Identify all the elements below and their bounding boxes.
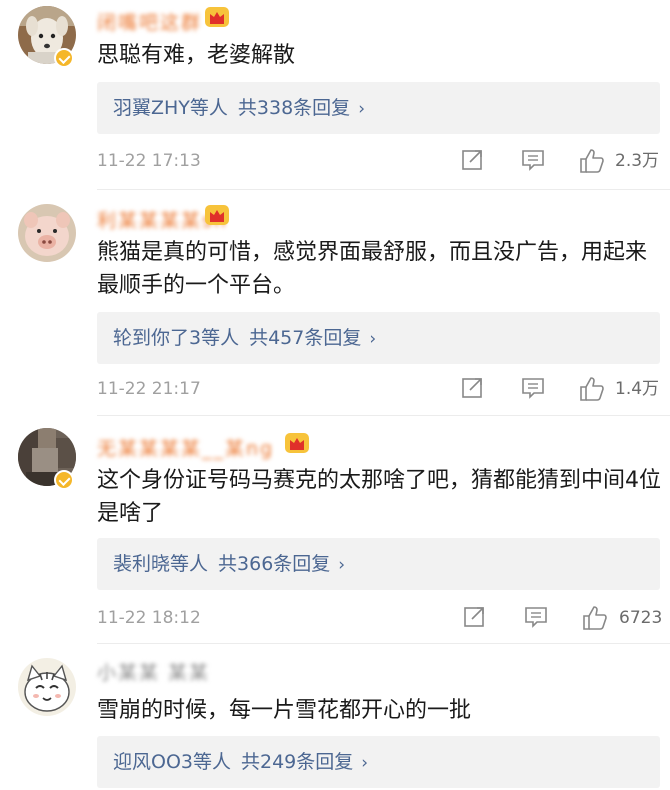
like-count: 1.4万 [615, 379, 660, 399]
chevron-right-icon: › [361, 753, 369, 773]
verified-badge-icon [54, 470, 74, 490]
comment-item: 闭嘴吧这群 思聪有难，老婆解散 羽翼ZHY等人 共338条回复 › 11-22 17… [0, 0, 670, 190]
reply-count: 共457条回复 [249, 327, 362, 349]
share-icon[interactable] [461, 376, 485, 400]
replies-button[interactable]: 迎风OO3等人 共249条回复 › [97, 736, 660, 788]
comment-text: 这个身份证号码马赛克的太那啥了吧，猜都能猜到中间4位是啥了 [97, 468, 661, 526]
thumbs-up-icon[interactable] [579, 376, 605, 402]
chevron-right-icon: › [358, 99, 365, 119]
like-count: 2.3万 [615, 151, 660, 171]
comment-icon[interactable] [521, 148, 545, 172]
timestamp: 11-22 18:12 [97, 608, 201, 628]
username[interactable]: 无某某某某__某ng [97, 434, 274, 460]
username[interactable]: 小某某 某某 [97, 658, 210, 684]
comment-text: 熊猫是真的可惜，感觉界面最舒服，而且没广告，用起来最顺手的一个平台。 [97, 240, 648, 298]
replies-button[interactable]: 裴利晓等人 共366条回复 › [97, 538, 660, 590]
like-count: 6723 [619, 608, 663, 628]
reply-count: 共366条回复 [218, 553, 331, 575]
comment-item: 无某某某某__某ng 这个身份证号码马赛克的太那啥了吧，猜都能猜到中间4位是啥了… [0, 416, 670, 644]
comment-item: 小某某 某某 雪崩的时候，每一片雪花都开心的一批 迎风OO3等人 共249条回复 › [0, 644, 670, 790]
reply-users: 裴利晓等人 [113, 553, 209, 575]
reply-users: 羽翼ZHY等人 [113, 97, 228, 119]
comment-text: 思聪有难，老婆解散 [97, 43, 296, 68]
timestamp: 11-22 17:13 [97, 151, 201, 171]
thumbs-up-icon[interactable] [579, 148, 605, 174]
comment-meta: 11-22 17:13 2.3万 [97, 148, 662, 174]
share-icon[interactable] [463, 605, 487, 629]
chevron-right-icon: › [369, 329, 377, 349]
timestamp: 11-22 21:17 [97, 379, 201, 399]
verified-badge-icon [54, 48, 74, 68]
crown-icon [285, 433, 309, 453]
reply-count: 共249条回复 [241, 751, 354, 773]
crown-icon [205, 205, 229, 225]
reply-count: 共338条回复 [237, 97, 351, 119]
comment-meta: 11-22 18:12 6723 [97, 605, 662, 631]
avatar[interactable] [18, 204, 76, 262]
comment-meta: 11-22 21:17 1.4万 [97, 376, 662, 402]
comment-item: 利某某某某sh 熊猫是真的可惜，感觉界面最舒服，而且没广告，用起来最顺手的一个平… [0, 190, 670, 416]
comment-icon[interactable] [521, 376, 545, 400]
comment-text: 雪崩的时候，每一片雪花都开心的一批 [97, 698, 472, 723]
reply-users: 迎风OO3等人 [113, 751, 231, 773]
share-icon[interactable] [461, 148, 485, 172]
comment-icon[interactable] [524, 605, 548, 629]
replies-button[interactable]: 羽翼ZHY等人 共338条回复 › [97, 82, 660, 134]
crown-icon [205, 7, 229, 27]
replies-button[interactable]: 轮到你了3等人 共457条回复 › [97, 312, 660, 364]
avatar[interactable] [18, 658, 76, 716]
username[interactable]: 闭嘴吧这群 [97, 8, 202, 34]
thumbs-up-icon[interactable] [582, 605, 608, 631]
chevron-right-icon: › [338, 555, 346, 575]
reply-users: 轮到你了3等人 [113, 327, 240, 349]
